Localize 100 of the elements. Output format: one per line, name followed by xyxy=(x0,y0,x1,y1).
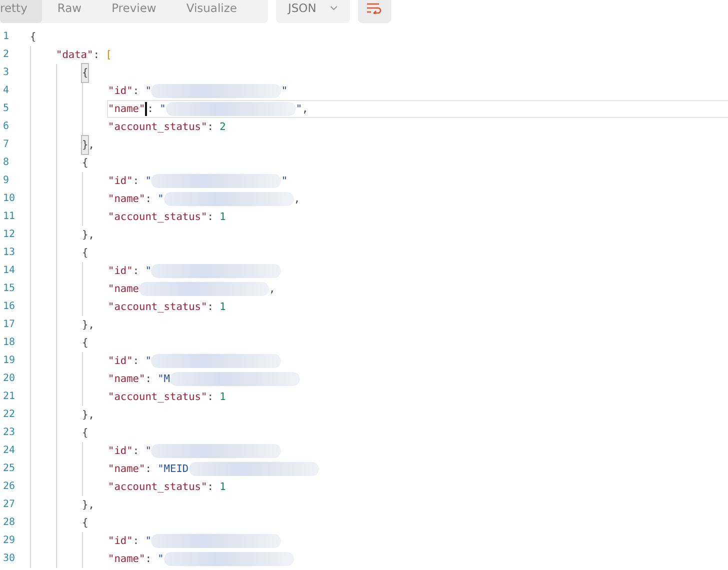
code-key: "name" xyxy=(108,100,146,118)
line-number: 29 xyxy=(2,534,16,548)
code-number: 1 xyxy=(220,390,226,405)
code-string: " xyxy=(281,84,288,99)
code-key: "account_status" xyxy=(108,478,208,496)
code-punct: : xyxy=(145,372,152,387)
code-punct: : xyxy=(132,444,140,459)
code-punct: : xyxy=(132,354,140,369)
code-string: " xyxy=(145,84,152,99)
line-number: 26 xyxy=(2,480,16,494)
code-number: 1 xyxy=(220,300,226,315)
code-punct: : xyxy=(147,102,154,117)
code-key: "id" xyxy=(108,442,133,460)
code-punct: , xyxy=(302,102,308,117)
format-dropdown[interactable]: JSON xyxy=(276,0,350,23)
line-number: 11 xyxy=(2,210,16,224)
code-string: " xyxy=(145,444,152,459)
line-number: 4 xyxy=(2,84,10,98)
view-tab[interactable]: Preview xyxy=(96,0,172,23)
wrap-lines-button[interactable] xyxy=(358,0,391,23)
line-number: 16 xyxy=(2,300,16,314)
code-key: "id" xyxy=(108,172,133,190)
line-number: 21 xyxy=(2,390,16,404)
dropdown-value: JSON xyxy=(288,0,316,14)
code-number: 2 xyxy=(220,120,226,135)
code-punct: { xyxy=(82,426,88,441)
code-string: " xyxy=(160,102,166,117)
code-key: "id" xyxy=(108,82,133,100)
view-tab[interactable]: Raw xyxy=(42,0,97,23)
line-number: 7 xyxy=(2,138,10,152)
code-number: 1 xyxy=(220,210,226,225)
line-number: 13 xyxy=(2,246,16,260)
code-punct: { xyxy=(82,336,88,351)
code-key: "name" xyxy=(108,460,146,478)
line-number: 17 xyxy=(2,318,16,332)
code-punct: }, xyxy=(82,228,94,243)
code-key: "name xyxy=(108,280,139,298)
line-number: 3 xyxy=(2,66,10,80)
code-punct: : xyxy=(145,462,152,477)
code-string: " xyxy=(145,354,152,369)
wrap-icon xyxy=(366,2,382,14)
line-number: 27 xyxy=(2,498,16,512)
code-punct: }, xyxy=(82,318,94,333)
line-number: 5 xyxy=(2,102,10,116)
code-punct: { xyxy=(30,30,36,45)
line-number: 6 xyxy=(2,120,10,134)
line-number: 24 xyxy=(2,444,16,458)
line-number: 20 xyxy=(2,372,16,386)
code-punct: : xyxy=(207,390,214,405)
code-string: " xyxy=(158,552,164,567)
line-number: 19 xyxy=(2,354,16,368)
code-punct: : xyxy=(132,534,140,549)
line-number: 14 xyxy=(2,264,16,278)
code-punct: : xyxy=(145,192,152,207)
code-string: " xyxy=(281,174,288,189)
code-punct: , xyxy=(88,138,94,153)
code-punct: : xyxy=(207,120,214,135)
line-number: 1 xyxy=(2,30,10,44)
code-string: " xyxy=(145,264,152,279)
code-punct: { xyxy=(82,64,88,82)
code-key: "id" xyxy=(108,352,133,370)
line-number: 10 xyxy=(2,192,16,206)
line-number: 2 xyxy=(2,48,10,62)
code-punct: : xyxy=(207,210,214,225)
line-number: 28 xyxy=(2,516,16,530)
line-number: 23 xyxy=(2,426,16,440)
chevron-down-icon xyxy=(330,4,338,10)
line-number: 12 xyxy=(2,228,16,242)
code-punct: { xyxy=(82,246,88,261)
code-key: "account_status" xyxy=(108,298,208,316)
code-punct: : xyxy=(132,84,140,99)
code-punct: }, xyxy=(82,498,94,513)
line-number: 15 xyxy=(2,282,16,296)
code-punct: }, xyxy=(82,408,94,423)
code-key: "account_status" xyxy=(108,118,208,136)
view-tab[interactable]: Visualize xyxy=(171,0,252,23)
code-string: " xyxy=(145,534,152,549)
view-tab[interactable]: retty xyxy=(0,0,42,23)
line-number: 8 xyxy=(2,156,10,170)
code-key: "name" xyxy=(108,370,146,388)
code-punct: [ xyxy=(106,48,112,63)
code-punct: , xyxy=(294,192,300,207)
code-string: "MEID xyxy=(158,462,189,477)
code-punct: : xyxy=(207,300,214,315)
code-string: " xyxy=(145,174,152,189)
code-punct: { xyxy=(82,156,88,171)
line-number: 25 xyxy=(2,462,16,476)
code-key: "name" xyxy=(108,190,146,208)
code-string: " xyxy=(158,192,164,207)
code-string: "M xyxy=(158,372,170,387)
code-key: "name" xyxy=(108,550,146,568)
line-number: 22 xyxy=(2,408,16,422)
code-key: "id" xyxy=(108,532,133,550)
text-cursor xyxy=(145,102,148,116)
code-punct: : xyxy=(145,552,152,567)
code-punct: : xyxy=(93,48,100,63)
code-punct: } xyxy=(82,136,88,154)
code-punct: , xyxy=(269,282,276,297)
code-string: " xyxy=(296,102,302,117)
line-number: 30 xyxy=(2,552,16,566)
